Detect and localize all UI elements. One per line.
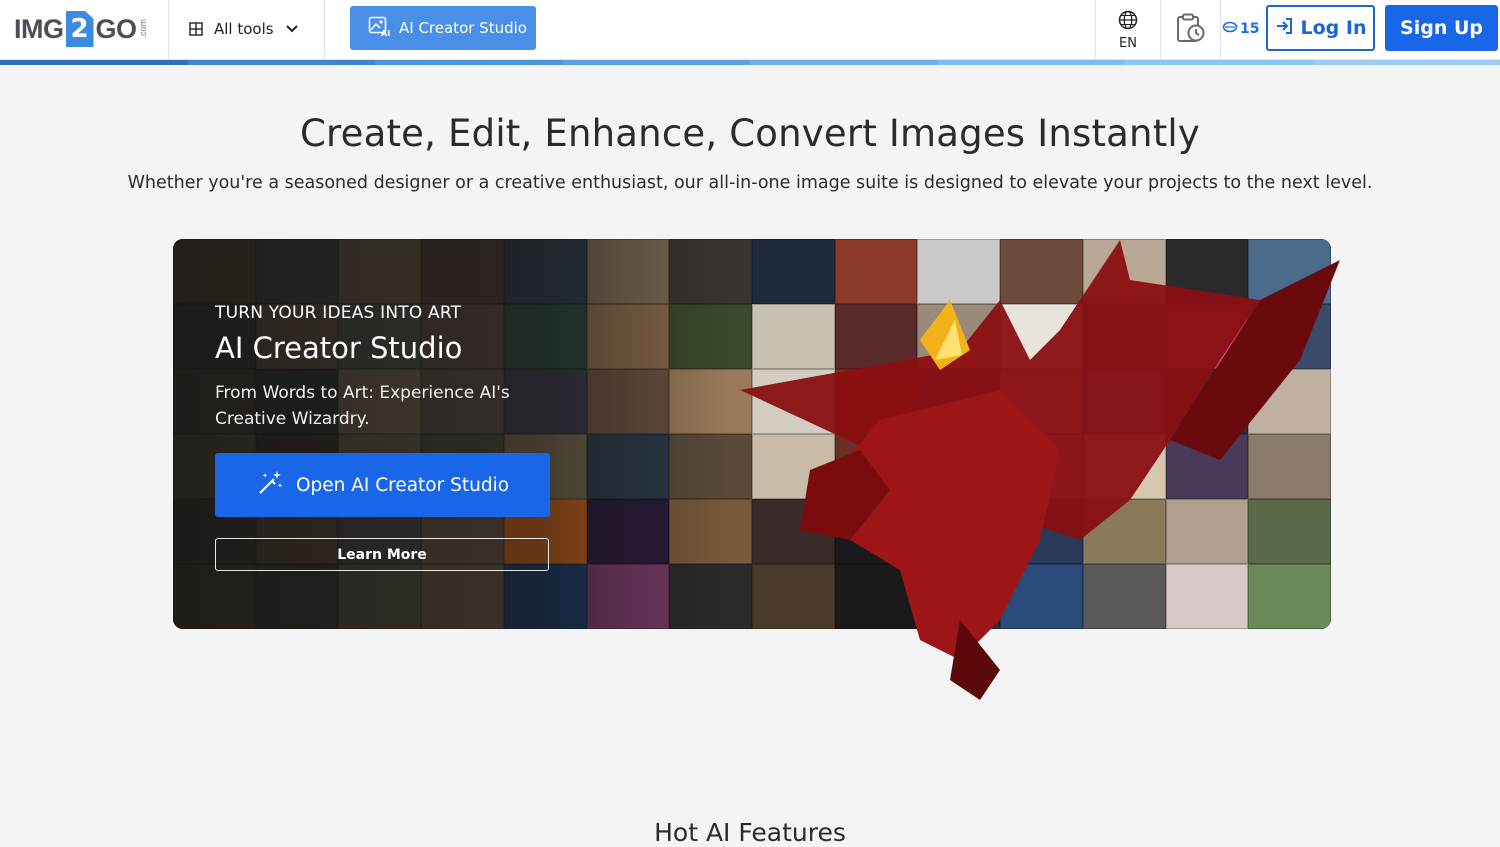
collage-tile <box>917 499 1000 564</box>
collage-tile <box>1166 564 1249 629</box>
open-ai-creator-studio-label: Open AI Creator Studio <box>296 475 509 496</box>
all-tools-label: All tools <box>214 20 274 38</box>
collage-tile <box>1248 304 1331 369</box>
collage-tile <box>1083 499 1166 564</box>
collage-tile <box>835 304 918 369</box>
collage-tile <box>1166 499 1249 564</box>
divider <box>168 0 169 60</box>
collage-tile <box>1248 369 1331 434</box>
learn-more-button[interactable]: Learn More <box>215 538 549 571</box>
log-in-label: Log In <box>1301 17 1367 39</box>
collage-tile <box>835 434 918 499</box>
accent-bar-segment <box>375 60 563 65</box>
collage-tile <box>1000 304 1083 369</box>
accent-bar-segment <box>188 60 376 65</box>
collage-tile <box>1166 239 1249 304</box>
learn-more-label: Learn More <box>337 547 427 563</box>
collage-tile <box>1000 499 1083 564</box>
globe-icon <box>1118 10 1138 34</box>
all-tools-dropdown[interactable]: All tools <box>188 16 300 42</box>
collage-tile <box>1248 499 1331 564</box>
collage-tile <box>752 434 835 499</box>
collage-tile <box>1166 304 1249 369</box>
collage-tile <box>835 499 918 564</box>
accent-bar-segment <box>1125 60 1313 65</box>
svg-text:AI: AI <box>381 29 390 37</box>
collage-tile <box>1000 369 1083 434</box>
accent-bar-segment <box>1313 60 1500 65</box>
collage-tile <box>835 564 918 629</box>
collage-tile <box>1248 434 1331 499</box>
language-code: EN <box>1119 36 1137 51</box>
ai-creator-studio-banner: TURN YOUR IDEAS INTO ART AI Creator Stud… <box>173 239 1331 629</box>
accent-bar-segment <box>750 60 938 65</box>
collage-tile <box>1166 369 1249 434</box>
collage-tile <box>917 304 1000 369</box>
ai-creator-studio-button[interactable]: AI AI Creator Studio <box>350 6 536 50</box>
collage-tile <box>752 369 835 434</box>
divider <box>324 0 325 60</box>
language-selector[interactable]: EN <box>1097 6 1159 54</box>
collage-tile <box>917 369 1000 434</box>
sign-in-icon <box>1275 16 1295 41</box>
collage-tile <box>917 434 1000 499</box>
collage-tile <box>835 369 918 434</box>
credits-counter[interactable]: 15 <box>1222 18 1259 40</box>
log-in-button[interactable]: Log In <box>1266 5 1375 51</box>
accent-bar-segment <box>938 60 1126 65</box>
credits-value: 15 <box>1240 21 1259 37</box>
collage-tile <box>1083 564 1166 629</box>
divider <box>1160 0 1161 60</box>
banner-kicker: TURN YOUR IDEAS INTO ART <box>215 303 461 323</box>
open-ai-creator-studio-button[interactable]: Open AI Creator Studio <box>215 453 550 517</box>
collage-tile <box>752 239 835 304</box>
banner-description: From Words to Art: Experience AI's Creat… <box>215 380 545 432</box>
accent-bar-segment <box>563 60 751 65</box>
sign-up-button[interactable]: Sign Up <box>1385 5 1498 51</box>
sign-up-label: Sign Up <box>1400 17 1483 39</box>
collage-tile <box>1083 434 1166 499</box>
collage-tile <box>917 564 1000 629</box>
page-subtitle: Whether you're a seasoned designer or a … <box>0 173 1500 193</box>
collage-tile <box>1000 434 1083 499</box>
collage-tile <box>752 304 835 369</box>
magic-wand-icon <box>256 469 284 502</box>
history-button[interactable] <box>1162 8 1218 52</box>
coin-icon <box>1222 21 1238 37</box>
header-accent-bar <box>0 60 1500 65</box>
logo-img-text: IMG <box>14 14 64 45</box>
grid-icon <box>188 21 204 37</box>
collage-tile <box>1248 239 1331 304</box>
collage-tile <box>1000 239 1083 304</box>
divider <box>1095 0 1096 60</box>
chevron-down-icon <box>284 21 300 37</box>
collage-tile <box>1083 239 1166 304</box>
ai-image-icon: AI <box>368 15 390 41</box>
top-navigation-bar: IMG 2 GO .com All tools AI AI Creator St… <box>0 0 1500 60</box>
divider <box>1220 0 1221 60</box>
collage-tile <box>1000 564 1083 629</box>
clipboard-clock-icon <box>1174 12 1206 48</box>
logo-two-badge: 2 <box>66 11 94 47</box>
collage-tile <box>752 499 835 564</box>
collage-tile <box>1166 434 1249 499</box>
section-title-hot-ai-features: Hot AI Features <box>0 818 1500 847</box>
collage-tile <box>917 239 1000 304</box>
img2go-logo[interactable]: IMG 2 GO .com <box>14 10 148 48</box>
page-title: Create, Edit, Enhance, Convert Images In… <box>0 112 1500 155</box>
collage-tile <box>1248 564 1331 629</box>
collage-tile <box>1083 304 1166 369</box>
banner-title: AI Creator Studio <box>215 331 462 365</box>
collage-tile <box>752 564 835 629</box>
collage-tile <box>1083 369 1166 434</box>
accent-bar-segment <box>0 60 188 65</box>
collage-tile <box>835 239 918 304</box>
logo-com-text: .com <box>138 19 148 39</box>
ai-creator-studio-label: AI Creator Studio <box>399 19 527 37</box>
logo-go-text: GO <box>96 14 137 45</box>
